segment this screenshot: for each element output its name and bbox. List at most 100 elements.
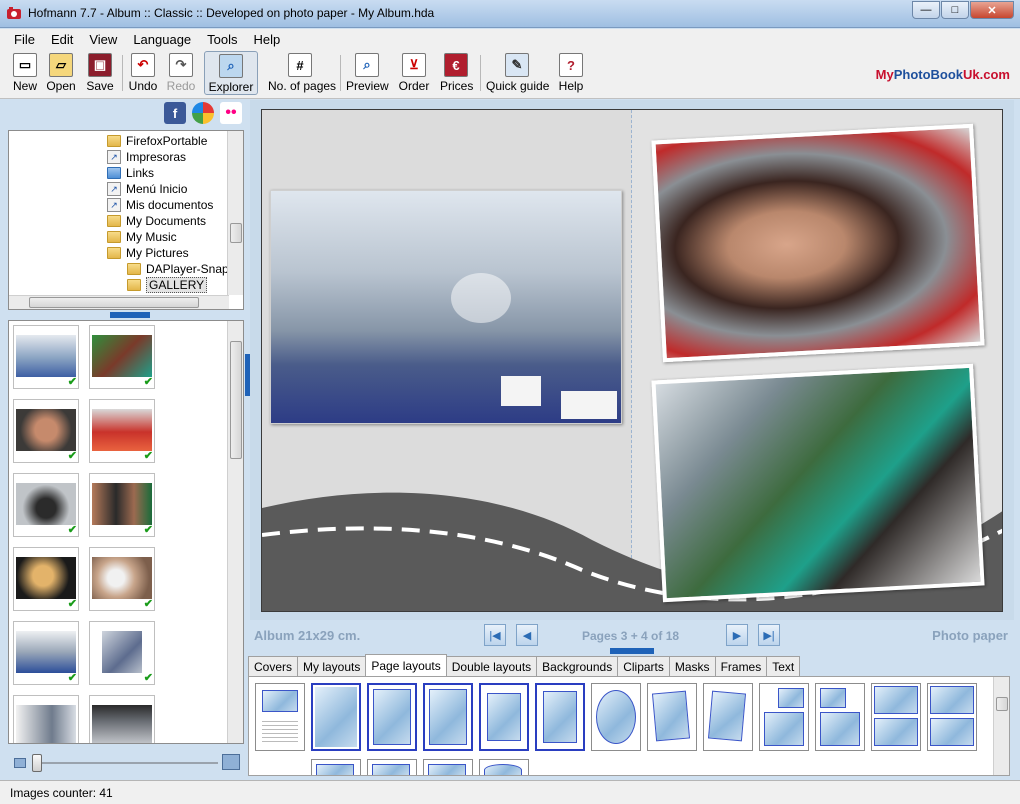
- tab-covers[interactable]: Covers: [248, 656, 299, 676]
- prices-button[interactable]: € Prices: [440, 51, 473, 95]
- layout-thumbnail[interactable]: [311, 759, 361, 775]
- number-of-pages-button[interactable]: # No. of pages: [268, 51, 336, 95]
- minimize-button[interactable]: —: [912, 1, 940, 19]
- album-photo-office[interactable]: [270, 190, 622, 424]
- tree-item[interactable]: My Documents: [107, 213, 206, 229]
- help-button[interactable]: ? Help: [556, 51, 586, 95]
- layout-thumbnail[interactable]: [815, 683, 865, 751]
- menu-file[interactable]: File: [6, 32, 43, 47]
- zoom-slider-thumb[interactable]: [32, 754, 42, 772]
- image-thumbnail[interactable]: ✔: [13, 325, 79, 389]
- album-photo-woman-portrait[interactable]: [651, 123, 985, 363]
- tab-page-layouts[interactable]: Page layouts: [365, 654, 447, 676]
- image-thumbnail[interactable]: ✔: [89, 621, 155, 685]
- tab-text[interactable]: Text: [766, 656, 801, 676]
- tree-item[interactable]: My Pictures: [107, 245, 189, 261]
- image-thumbnail[interactable]: ✔: [89, 547, 155, 611]
- check-icon: ✔: [143, 672, 153, 684]
- menu-edit[interactable]: Edit: [43, 32, 81, 47]
- tab-backgrounds[interactable]: Backgrounds: [536, 656, 619, 676]
- image-thumbnail[interactable]: ✔: [89, 325, 155, 389]
- zoom-slider-track[interactable]: [32, 762, 218, 764]
- flickr-icon[interactable]: ••: [220, 102, 242, 124]
- maximize-button[interactable]: □: [941, 1, 969, 19]
- order-button[interactable]: ⊻ Order: [398, 51, 430, 95]
- album-editor-canvas[interactable]: [250, 100, 1014, 620]
- check-icon: ✔: [67, 672, 77, 684]
- tree-item[interactable]: ↗ Mis documentos: [107, 197, 213, 213]
- layout-thumbnail[interactable]: [591, 683, 641, 751]
- tree-item[interactable]: ↗ Impresoras: [107, 149, 186, 165]
- open-button[interactable]: ▱ Open: [44, 51, 78, 95]
- menu-help[interactable]: Help: [246, 32, 289, 47]
- tab-cliparts[interactable]: Cliparts: [617, 656, 670, 676]
- page-layouts-panel[interactable]: [248, 676, 1010, 776]
- layout-thumbnail[interactable]: [311, 683, 361, 751]
- layout-thumbnail[interactable]: [423, 759, 473, 775]
- horizontal-splitter-handle[interactable]: [110, 312, 150, 318]
- layout-thumbnail[interactable]: [423, 683, 473, 751]
- layout-thumbnail[interactable]: [367, 683, 417, 751]
- open-folder-icon: ▱: [49, 53, 73, 77]
- layout-thumbnail[interactable]: [479, 759, 529, 775]
- folder-tree[interactable]: FirefoxPortable ↗ Impresoras Links ↗ Menú …: [8, 130, 244, 310]
- layout-thumbnail[interactable]: [535, 683, 585, 751]
- last-page-button[interactable]: ▶|: [758, 624, 780, 646]
- explorer-button[interactable]: ⌕ Explorer: [204, 51, 258, 95]
- scroll-thumb[interactable]: [996, 697, 1008, 711]
- tree-item[interactable]: Links: [107, 165, 154, 181]
- undo-button[interactable]: ↶ Undo: [128, 51, 158, 95]
- menu-language[interactable]: Language: [125, 32, 199, 47]
- layout-thumbnail[interactable]: [479, 683, 529, 751]
- scroll-thumb[interactable]: [29, 297, 199, 308]
- tab-masks[interactable]: Masks: [668, 656, 716, 676]
- tree-item[interactable]: DAPlayer-Snapsh: [127, 261, 241, 277]
- tree-item-selected[interactable]: GALLERY: [127, 277, 208, 293]
- image-thumbnail[interactable]: ✔: [13, 399, 79, 463]
- tree-item[interactable]: My Music: [107, 229, 177, 245]
- facebook-icon[interactable]: f: [164, 102, 186, 124]
- image-thumbnail-grid[interactable]: ✔ ✔ ✔ ✔ ✔ ✔ ✔ ✔ ✔ ✔: [8, 320, 244, 744]
- layout-thumbnail[interactable]: [871, 683, 921, 751]
- tree-vertical-scrollbar[interactable]: [227, 131, 243, 295]
- new-button[interactable]: ▭ New: [10, 51, 40, 95]
- image-thumbnail[interactable]: ✔: [89, 399, 155, 463]
- close-button[interactable]: ✕: [970, 1, 1014, 19]
- layout-thumbnail[interactable]: [927, 683, 977, 751]
- tab-frames[interactable]: Frames: [714, 656, 768, 676]
- image-thumbnail[interactable]: ✔: [13, 473, 79, 537]
- large-image-icon: [222, 754, 240, 770]
- tree-item[interactable]: ↗ Menú Inicio: [107, 181, 187, 197]
- layout-thumbnail[interactable]: [703, 683, 753, 751]
- layout-thumbnail[interactable]: [647, 683, 697, 751]
- image-thumbnail[interactable]: [89, 695, 155, 743]
- image-thumbnail[interactable]: ✔: [89, 473, 155, 537]
- album-photo-woman-green-shirt[interactable]: [651, 363, 985, 603]
- menu-tools[interactable]: Tools: [199, 32, 245, 47]
- scroll-thumb[interactable]: [230, 223, 242, 243]
- preview-button[interactable]: ⌕ Preview: [346, 51, 389, 95]
- redo-button[interactable]: ↷ Redo: [166, 51, 196, 95]
- tree-horizontal-scrollbar[interactable]: [9, 295, 229, 309]
- image-thumbnail[interactable]: ✔: [13, 621, 79, 685]
- menu-view[interactable]: View: [81, 32, 125, 47]
- quick-guide-button[interactable]: ✎ Quick guide: [486, 51, 549, 95]
- save-button[interactable]: ▣ Save: [84, 51, 116, 95]
- first-page-button[interactable]: |◀: [484, 624, 506, 646]
- previous-page-button[interactable]: ◀: [516, 624, 538, 646]
- scroll-thumb[interactable]: [230, 341, 242, 459]
- layout-thumbnail[interactable]: [367, 759, 417, 775]
- thumbnails-vertical-scrollbar[interactable]: [227, 321, 243, 743]
- tab-double-layouts[interactable]: Double layouts: [445, 656, 538, 676]
- brand-logo[interactable]: MyPhotoBookUk.com: [876, 67, 1010, 82]
- album-spread[interactable]: [261, 109, 1003, 612]
- tab-my-layouts[interactable]: My layouts: [297, 656, 367, 676]
- next-page-button[interactable]: ▶: [726, 624, 748, 646]
- image-thumbnail[interactable]: ✔: [13, 547, 79, 611]
- image-thumbnail[interactable]: [13, 695, 79, 743]
- layout-thumbnail[interactable]: [255, 683, 305, 751]
- layouts-vertical-scrollbar[interactable]: [993, 677, 1009, 775]
- layout-thumbnail[interactable]: [759, 683, 809, 751]
- picasa-icon[interactable]: [192, 102, 214, 124]
- tree-item[interactable]: FirefoxPortable: [107, 133, 207, 149]
